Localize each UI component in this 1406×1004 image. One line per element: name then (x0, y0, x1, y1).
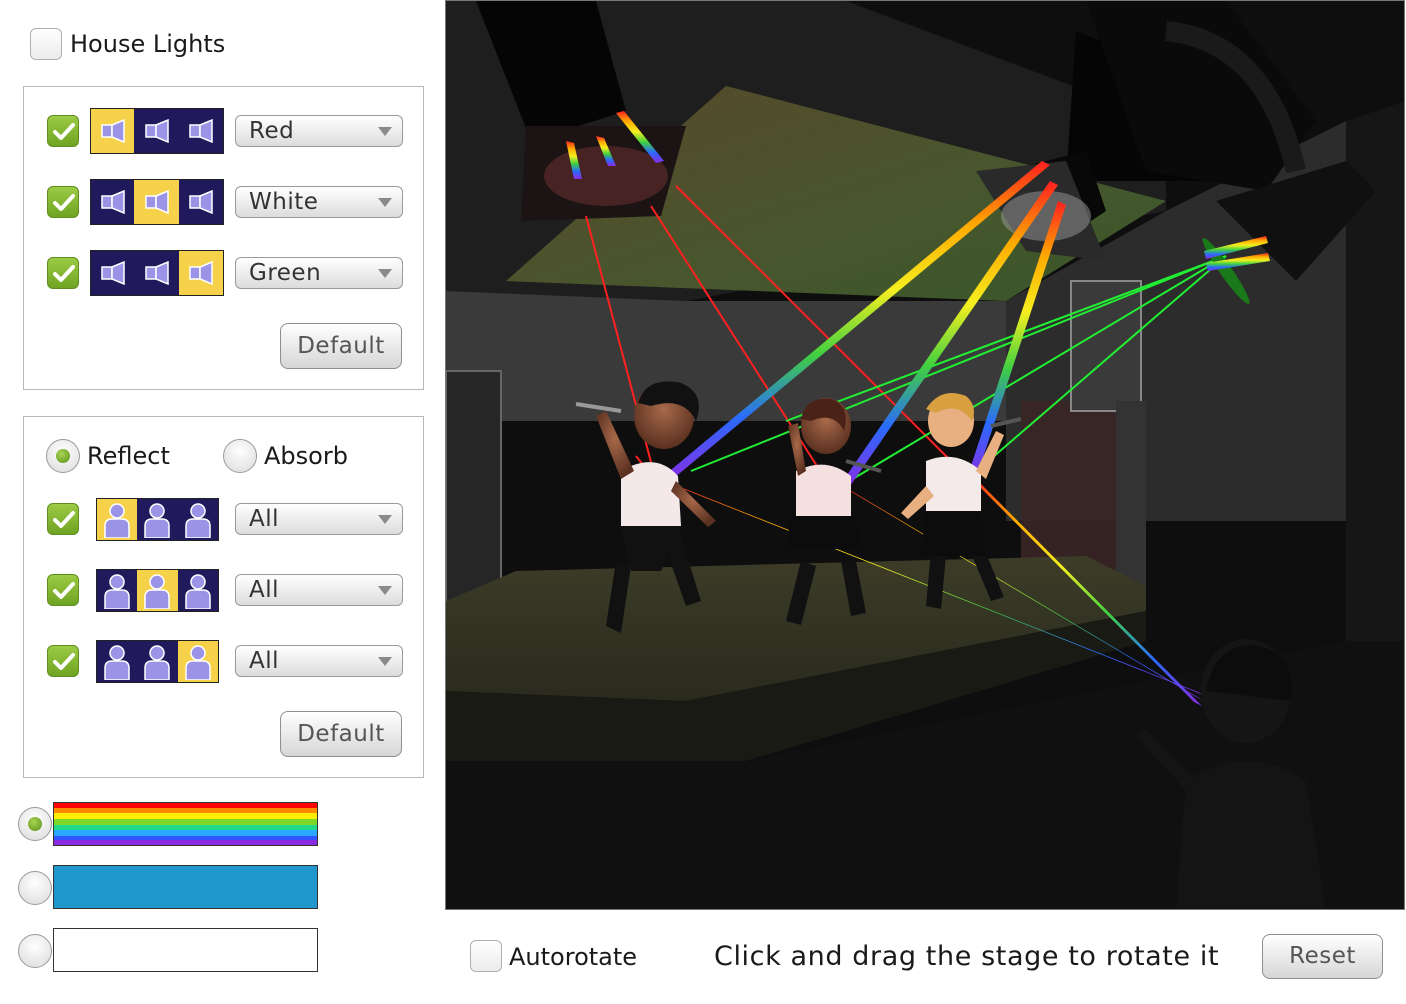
performer-2-checkbox[interactable] (47, 574, 79, 606)
spotlight-icon[interactable] (91, 251, 135, 295)
spotlight-icon[interactable] (91, 109, 135, 153)
dropdown-value: All (249, 506, 280, 532)
dropdown-arrow-icon (378, 657, 392, 666)
white-beam-radio[interactable] (18, 934, 52, 968)
person-icon[interactable] (177, 641, 218, 682)
person-icon[interactable] (177, 570, 218, 611)
light-3-color-dropdown[interactable]: Green (235, 257, 403, 289)
person-icon[interactable] (137, 499, 178, 540)
autorotate-label: Autorotate (509, 943, 638, 971)
surface-default-button[interactable]: Default (280, 711, 402, 757)
dropdown-value: All (249, 577, 280, 603)
stage-scene[interactable] (446, 1, 1405, 910)
performer-2-selector[interactable] (96, 569, 219, 612)
blue-swatch[interactable] (53, 865, 318, 909)
control-panel: House Lights Red White Green Default Ref… (0, 0, 445, 1004)
performer-3-checkbox[interactable] (47, 645, 79, 677)
person-icon[interactable] (177, 499, 218, 540)
dropdown-value: Green (249, 260, 322, 286)
rainbow-swatch[interactable] (53, 802, 318, 846)
person-icon[interactable] (137, 641, 178, 682)
person-icon[interactable] (137, 570, 178, 611)
light-2-color-dropdown[interactable]: White (235, 186, 403, 218)
spotlight-icon[interactable] (134, 180, 179, 224)
person-icon[interactable] (97, 499, 138, 540)
spotlight-icon[interactable] (134, 109, 179, 153)
performer-1-dropdown[interactable]: All (235, 503, 403, 535)
dropdown-value: Red (249, 118, 295, 144)
dropdown-arrow-icon (378, 198, 392, 207)
radio-selected-dot (28, 817, 42, 831)
performer-2-dropdown[interactable]: All (235, 574, 403, 606)
light-2-checkbox[interactable] (47, 186, 79, 218)
absorb-label: Absorb (264, 442, 348, 470)
light-1-selector[interactable] (90, 108, 224, 154)
spotlight-icon[interactable] (134, 251, 179, 295)
light-1-checkbox[interactable] (47, 115, 79, 147)
dropdown-arrow-icon (378, 515, 392, 524)
white-swatch[interactable] (53, 928, 318, 972)
dropdown-arrow-icon (378, 127, 392, 136)
dropdown-value: All (249, 648, 280, 674)
spotlight-icon[interactable] (178, 109, 223, 153)
reflect-radio[interactable] (46, 439, 80, 473)
stage-viewport[interactable] (445, 0, 1405, 910)
reset-button[interactable]: Reset (1262, 934, 1383, 979)
performer-3-selector[interactable] (96, 640, 219, 683)
performer-1-checkbox[interactable] (47, 503, 79, 535)
light-2-selector[interactable] (90, 179, 224, 225)
spotlight-icon[interactable] (178, 180, 223, 224)
light-1-color-dropdown[interactable]: Red (235, 115, 403, 147)
person-icon[interactable] (97, 570, 138, 611)
light-3-checkbox[interactable] (47, 257, 79, 289)
light-3-selector[interactable] (90, 250, 224, 296)
surface-group: Reflect Absorb All All All Default (23, 416, 424, 778)
blue-beam-radio[interactable] (18, 871, 52, 905)
house-lights-label: House Lights (70, 30, 226, 58)
radio-selected-dot (56, 449, 70, 463)
performer-1-selector[interactable] (96, 498, 219, 541)
dropdown-arrow-icon (378, 586, 392, 595)
dropdown-value: White (249, 189, 319, 215)
spotlight-icon[interactable] (91, 180, 135, 224)
dropdown-arrow-icon (378, 269, 392, 278)
person-icon[interactable] (97, 641, 138, 682)
performer-3-dropdown[interactable]: All (235, 645, 403, 677)
bottom-bar: Autorotate Click and drag the stage to r… (445, 910, 1406, 1004)
house-lights-checkbox[interactable] (30, 28, 62, 60)
lights-group: Red White Green Default (23, 86, 424, 390)
absorb-radio[interactable] (223, 439, 257, 473)
spotlight-icon[interactable] (178, 251, 223, 295)
reflect-label: Reflect (87, 442, 170, 470)
lights-default-button[interactable]: Default (280, 323, 402, 369)
autorotate-checkbox[interactable] (470, 940, 502, 972)
rainbow-beam-radio[interactable] (18, 807, 52, 841)
instruction-text: Click and drag the stage to rotate it (714, 941, 1220, 972)
